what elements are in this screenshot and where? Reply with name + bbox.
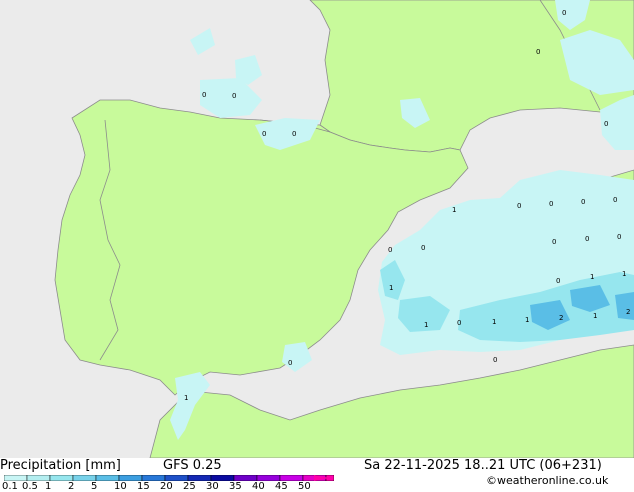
legend-tick-label: 15 (137, 481, 150, 492)
value-label: 0 (493, 356, 497, 364)
value-label: 0 (232, 92, 236, 100)
legend-tick-label: 1 (45, 481, 52, 492)
value-label: 0 (457, 319, 461, 327)
legend-tick-label: 45 (275, 481, 288, 492)
value-label: 1 (184, 394, 188, 402)
value-label: 2 (559, 314, 563, 322)
value-label: 0 (585, 235, 589, 243)
value-label: 1 (492, 318, 496, 326)
legend-tick-label: 40 (252, 481, 265, 492)
legend-tick-label: 5 (91, 481, 98, 492)
legend-tick-label: 0.1 (2, 481, 18, 492)
value-label: 0 (617, 233, 621, 241)
value-label: 0 (202, 91, 206, 99)
legend-tick-label: 25 (183, 481, 196, 492)
value-label: 0 (604, 120, 608, 128)
value-label: 0 (517, 202, 521, 210)
value-label: 0 (613, 196, 617, 204)
legend-tick-label: 30 (206, 481, 219, 492)
value-label: 1 (525, 316, 529, 324)
value-label: 0 (536, 48, 540, 56)
value-label: 0 (556, 277, 560, 285)
value-label: 1 (389, 284, 393, 292)
precipitation-map: 0 0 0 0 0 0 0 0 0 0 0 0 0 0 0 0 0 0 0 0 … (0, 0, 634, 458)
value-label: 0 (388, 246, 392, 254)
product-label: Precipitation [mm] (0, 458, 121, 473)
value-label: 0 (262, 130, 266, 138)
value-label: 1 (452, 206, 456, 214)
legend-tick-label: 20 (160, 481, 173, 492)
valid-time: Sa 22-11-2025 18..21 UTC (06+231) (364, 458, 602, 473)
legend-tick-label: 35 (229, 481, 242, 492)
value-label: 0 (562, 9, 566, 17)
value-label: 1 (424, 321, 428, 329)
value-label: 1 (622, 270, 626, 278)
value-label: 2 (626, 308, 630, 316)
credit-link[interactable]: ©weatheronline.co.uk (486, 474, 608, 487)
legend-tick-label: 0.5 (22, 481, 38, 492)
legend-tick-label: 10 (114, 481, 127, 492)
value-label: 0 (581, 198, 585, 206)
value-label: 1 (590, 273, 594, 281)
value-label: 0 (549, 200, 553, 208)
value-label: 0 (421, 244, 425, 252)
model-label: GFS 0.25 (163, 458, 222, 473)
value-label: 0 (552, 238, 556, 246)
legend-tick-label: 2 (68, 481, 75, 492)
legend-tick-label: 50 (298, 481, 311, 492)
value-label: 0 (292, 130, 296, 138)
value-label: 0 (288, 359, 292, 367)
value-label: 1 (593, 312, 597, 320)
